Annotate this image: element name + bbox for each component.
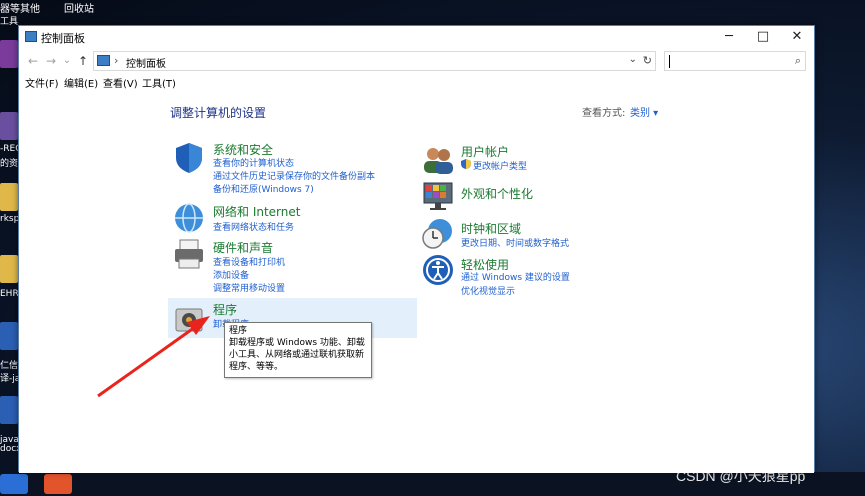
folder-icon[interactable] bbox=[0, 255, 18, 283]
word-doc-icon[interactable] bbox=[0, 322, 18, 350]
link-network-status[interactable]: 查看网络状态和任务 bbox=[213, 220, 294, 233]
title-bar[interactable]: 控制面板 ─ □ ✕ bbox=[19, 26, 814, 48]
menu-file[interactable]: 文件(F) bbox=[25, 75, 59, 90]
forward-arrow-icon[interactable]: → bbox=[43, 53, 59, 69]
content-area: 调整计算机的设置 查看方式: 类别 ▾ 系统和安全 查看你的计算机状态 通过文件… bbox=[19, 89, 814, 473]
users-icon bbox=[424, 148, 453, 174]
taskbar-app-icon[interactable] bbox=[0, 474, 28, 494]
text-caret bbox=[669, 55, 670, 68]
taskbar-app-icon[interactable] bbox=[44, 474, 72, 494]
link-add-device[interactable]: 添加设备 bbox=[213, 268, 249, 281]
tooltip: 程序 卸载程序或 Windows 功能、卸载小工具、从网络或通过联机获取新程序、… bbox=[224, 322, 372, 378]
search-icon[interactable]: ⌕ bbox=[795, 54, 801, 68]
clock-globe-icon bbox=[422, 219, 452, 249]
programs-icon bbox=[175, 308, 203, 332]
view-by-dropdown[interactable]: 类别 ▾ bbox=[630, 104, 658, 119]
breadcrumb[interactable]: 控制面板 bbox=[126, 55, 166, 70]
recent-locations-icon[interactable]: ⌄ bbox=[59, 53, 75, 69]
link-mobility-settings[interactable]: 调整常用移动设置 bbox=[213, 281, 285, 294]
breadcrumb-chevron-icon[interactable]: › bbox=[114, 54, 118, 67]
ease-of-access-icon bbox=[423, 255, 453, 285]
back-arrow-icon[interactable]: ← bbox=[25, 53, 41, 69]
category-appearance[interactable]: 外观和个性化 bbox=[461, 185, 533, 202]
control-panel-icon bbox=[97, 55, 110, 66]
printer-icon bbox=[175, 239, 203, 269]
desktop-label[interactable]: EHR bbox=[0, 289, 19, 299]
category-clock-region[interactable]: 时钟和区域 bbox=[461, 220, 521, 237]
search-input[interactable]: ⌕ bbox=[664, 51, 806, 71]
close-button[interactable]: ✕ bbox=[780, 26, 814, 48]
control-panel-icon bbox=[25, 31, 37, 42]
window-title: 控制面板 bbox=[41, 32, 85, 45]
monitor-personalization-icon bbox=[423, 182, 453, 210]
link-change-account-type[interactable]: 更改帐户类型 bbox=[473, 159, 527, 172]
category-user-accounts[interactable]: 用户帐户 bbox=[461, 143, 509, 160]
menu-bar: 文件(F) 编辑(E) 查看(V) 工具(T) bbox=[19, 73, 814, 90]
folder-icon[interactable] bbox=[0, 183, 18, 211]
desktop-label[interactable]: rksp bbox=[0, 214, 19, 224]
recycle-bin-label[interactable]: 回收站 bbox=[64, 0, 94, 15]
link-file-history[interactable]: 通过文件历史记录保存你的文件备份副本 bbox=[213, 169, 375, 182]
menu-edit[interactable]: 编辑(E) bbox=[64, 75, 98, 90]
control-panel-window: 控制面板 ─ □ ✕ ← → ⌄ ↑ › 控制面板 ⌄ ↻ ⌕ 文件(F) 编辑… bbox=[18, 25, 815, 473]
up-arrow-icon[interactable]: ↑ bbox=[75, 53, 91, 69]
shield-icon bbox=[176, 143, 202, 173]
view-by-label: 查看方式: bbox=[582, 108, 626, 119]
uac-shield-icon bbox=[461, 159, 471, 169]
menu-view[interactable]: 查看(V) bbox=[103, 75, 138, 90]
page-title: 调整计算机的设置 bbox=[170, 106, 267, 120]
desktop-app-icon[interactable] bbox=[0, 40, 18, 68]
minimize-button[interactable]: ─ bbox=[712, 26, 746, 48]
address-bar[interactable]: › 控制面板 ⌄ ↻ bbox=[93, 51, 656, 71]
word-doc-icon[interactable] bbox=[0, 396, 18, 424]
chevron-down-icon[interactable]: ⌄ bbox=[629, 54, 637, 65]
globe-network-icon bbox=[175, 203, 203, 233]
link-view-computer-status[interactable]: 查看你的计算机状态 bbox=[213, 156, 294, 169]
menu-tools[interactable]: 工具(T) bbox=[142, 75, 176, 90]
category-programs[interactable]: 程序 bbox=[213, 301, 237, 318]
category-hardware-sound[interactable]: 硬件和声音 bbox=[213, 239, 273, 256]
link-optimize-visual-display[interactable]: 优化视觉显示 bbox=[461, 284, 515, 297]
link-date-time-format[interactable]: 更改日期、时间或数字格式 bbox=[461, 236, 569, 249]
tooltip-body: 卸载程序或 Windows 功能、卸载小工具、从网络或通过联机获取新程序、等等。 bbox=[229, 338, 365, 372]
desktop-label[interactable]: 工具 bbox=[0, 14, 18, 27]
category-network-internet[interactable]: 网络和 Internet bbox=[213, 203, 300, 220]
desktop-app-icon[interactable] bbox=[0, 112, 18, 140]
link-devices-printers[interactable]: 查看设备和打印机 bbox=[213, 255, 285, 268]
link-backup-restore[interactable]: 备份和还原(Windows 7) bbox=[213, 182, 314, 195]
maximize-button[interactable]: □ bbox=[746, 26, 780, 48]
refresh-icon[interactable]: ↻ bbox=[643, 54, 652, 67]
address-row: ← → ⌄ ↑ › 控制面板 ⌄ ↻ ⌕ bbox=[19, 50, 814, 72]
tooltip-title: 程序 bbox=[229, 326, 248, 336]
link-recommended-settings[interactable]: 通过 Windows 建议的设置 bbox=[461, 270, 570, 283]
desktop-label[interactable]: 器等其他 bbox=[0, 0, 40, 15]
